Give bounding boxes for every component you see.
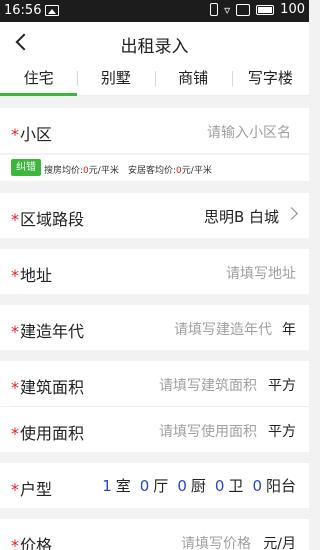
- required-mark: *: [11, 210, 19, 229]
- battery-percent: 100: [280, 2, 305, 17]
- year-row[interactable]: *建造年代 请填写建造年代 年: [0, 305, 309, 350]
- required-mark: *: [11, 424, 19, 443]
- build-area-label: *建筑面积: [11, 378, 85, 397]
- chevron-right-icon: [285, 207, 298, 220]
- required-mark: *: [11, 536, 19, 550]
- required-mark: *: [11, 322, 19, 341]
- bath-count-input[interactable]: 0: [215, 477, 225, 495]
- room-count-input[interactable]: 1: [102, 477, 112, 495]
- status-time: 16:56: [4, 3, 42, 18]
- balcony-count-input[interactable]: 0: [252, 477, 262, 495]
- use-area-row[interactable]: *使用面积 请填写使用面积 平方: [0, 407, 309, 452]
- required-mark: *: [11, 480, 19, 499]
- app-header: 出租录入: [0, 22, 309, 62]
- address-label: *地址: [11, 266, 53, 285]
- battery-icon: [256, 4, 275, 15]
- sale-average-price: 搜房均价:0元/平米: [44, 166, 119, 176]
- tab-villa[interactable]: 别墅: [77, 62, 154, 95]
- build-area-row[interactable]: *建筑面积 请填写建筑面积 平方: [0, 361, 309, 406]
- year-unit: 年: [282, 322, 296, 338]
- tab-office[interactable]: 写字楼: [231, 62, 309, 95]
- status-bar: 16:56 ▿ 100: [0, 0, 309, 22]
- use-area-unit: 平方: [268, 424, 296, 440]
- tab-shop[interactable]: 商铺: [154, 62, 232, 95]
- build-area-input[interactable]: 请填写建筑面积: [159, 375, 257, 395]
- required-mark: *: [11, 125, 19, 144]
- use-area-input[interactable]: 请填写使用面积: [159, 421, 257, 441]
- vibrate-icon: [210, 3, 219, 16]
- image-notification-icon: [45, 5, 59, 16]
- address-row[interactable]: *地址 请填写地址: [0, 249, 309, 294]
- tab-residential[interactable]: 住宅: [0, 62, 78, 96]
- page-title: 出租录入: [120, 37, 189, 57]
- community-label: *小区: [11, 125, 53, 144]
- build-area-unit: 平方: [268, 378, 296, 394]
- required-mark: *: [11, 266, 19, 285]
- property-type-tabs: 住宅 别墅 商铺 写字楼: [0, 62, 309, 96]
- layout-inputs: 1室 0厅 0厨 0卫 0 阳台: [102, 477, 296, 495]
- community-input[interactable]: 请输入小区名: [207, 122, 291, 142]
- price-row[interactable]: *价格 请填写价格 元/月: [0, 519, 309, 550]
- required-mark: *: [11, 378, 19, 397]
- region-label: *区域路段: [11, 210, 85, 229]
- hall-count-input[interactable]: 0: [140, 477, 150, 495]
- price-label: *价格: [11, 532, 52, 550]
- status-icons: ▿ 100: [210, 2, 305, 17]
- layout-row: *户型 1室 0厅 0厨 0卫 0 阳台: [0, 463, 309, 508]
- kitchen-count-input[interactable]: 0: [177, 477, 187, 495]
- price-input[interactable]: 请填写价格: [181, 533, 251, 550]
- community-row[interactable]: *小区 请输入小区名: [0, 108, 309, 153]
- address-input[interactable]: 请填写地址: [226, 263, 296, 283]
- screen-icon: [236, 3, 251, 16]
- year-label: *建造年代: [11, 322, 85, 341]
- correct-error-button[interactable]: 纠错: [11, 159, 41, 176]
- price-info-bar: 纠错 搜房均价:0元/平米 安居客均价:0元/平米: [0, 155, 309, 181]
- region-value: 思明B 白城: [203, 208, 279, 226]
- anju-average-price: 安居客均价:0元/平米: [128, 166, 212, 176]
- wifi-icon: ▿: [224, 2, 231, 17]
- layout-label: *户型: [11, 480, 53, 499]
- region-row[interactable]: *区域路段 思明B 白城: [0, 193, 309, 238]
- use-area-label: *使用面积: [11, 424, 85, 443]
- price-unit: 元/月: [263, 536, 296, 550]
- year-input[interactable]: 请填写建造年代: [174, 319, 272, 339]
